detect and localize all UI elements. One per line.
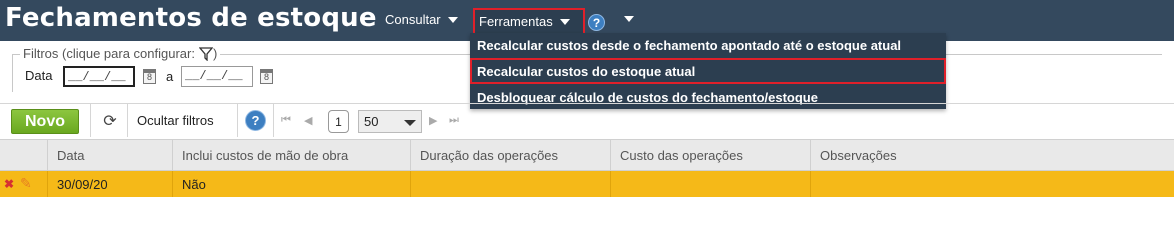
help-icon[interactable]: ? <box>588 14 605 31</box>
date-range-separator: a <box>166 69 174 84</box>
menu-consultar[interactable]: Consultar <box>385 12 458 27</box>
menu-ferramentas[interactable]: Ferramentas <box>473 8 585 35</box>
next-page-icon[interactable]: ▶ <box>429 114 437 127</box>
new-button[interactable]: Novo <box>11 109 79 134</box>
filters-legend[interactable]: Filtros (clique para configurar: ) <box>20 46 221 61</box>
calendar-icon[interactable] <box>143 69 156 84</box>
date-from-input[interactable]: __/__/__ <box>63 66 135 87</box>
page-size-select[interactable]: 50 <box>358 110 422 133</box>
hide-filters-button[interactable]: Ocultar filtros <box>137 113 214 128</box>
filters-legend-close: ) <box>212 46 218 61</box>
help-menu-chevron-icon[interactable] <box>624 16 634 22</box>
divider <box>127 104 128 137</box>
calendar-icon[interactable] <box>260 69 273 84</box>
chevron-down-icon <box>404 120 416 126</box>
cell-data: 30/09/20 <box>47 171 174 197</box>
divider <box>237 104 238 137</box>
first-page-icon[interactable]: ⏮ <box>281 114 291 127</box>
ferramentas-dropdown: Recalcular custos desde o fechamento apo… <box>470 33 946 109</box>
date-label: Data <box>25 68 53 83</box>
divider <box>273 104 274 137</box>
menu-item-recalcular-estoque-atual[interactable]: Recalcular custos do estoque atual <box>470 58 946 84</box>
column-header-duracao[interactable]: Duração das operações <box>410 140 611 170</box>
chevron-down-icon <box>447 16 458 23</box>
column-header-custo[interactable]: Custo das operações <box>610 140 811 170</box>
cell-custo <box>610 171 811 197</box>
cell-mao-de-obra: Não <box>172 171 411 197</box>
page-title: Fechamentos de estoque <box>5 3 377 33</box>
funnel-icon[interactable] <box>198 46 213 61</box>
delete-icon[interactable]: ✖ <box>4 177 14 191</box>
cell-duracao <box>410 171 611 197</box>
prev-page-icon[interactable]: ◀ <box>304 114 312 127</box>
date-to-input[interactable]: __/__/__ <box>181 66 253 87</box>
chevron-down-icon <box>559 18 570 25</box>
menu-consultar-label: Consultar <box>385 12 441 27</box>
menu-item-recalcular-desde-fechamento[interactable]: Recalcular custos desde o fechamento apo… <box>470 33 946 57</box>
help-icon[interactable]: ? <box>245 110 266 131</box>
column-header-mao-de-obra[interactable]: Inclui custos de mão de obra <box>172 140 411 170</box>
column-header-observacoes[interactable]: Observações <box>810 140 1174 170</box>
column-header-data[interactable]: Data <box>47 140 174 170</box>
last-page-icon[interactable]: ⏭ <box>449 114 459 127</box>
filters-legend-text: Filtros (clique para configurar: <box>23 46 195 61</box>
toolbar: Novo ⟳ Ocultar filtros ? ⏮ ◀ 1 50 ▶ ⏭ <box>0 103 1174 138</box>
refresh-icon[interactable]: ⟳ <box>101 113 119 131</box>
cell-observacoes <box>810 171 1174 197</box>
menu-ferramentas-label: Ferramentas <box>479 14 553 29</box>
page-number-input[interactable]: 1 <box>328 110 349 133</box>
pencil-icon[interactable]: ✎ <box>20 175 32 192</box>
table-row[interactable]: ✖ ✎ 30/09/20 Não <box>0 171 1174 197</box>
divider <box>90 104 91 137</box>
page-size-value: 50 <box>364 114 379 129</box>
table-header: Data Inclui custos de mão de obra Duraçã… <box>0 139 1174 171</box>
